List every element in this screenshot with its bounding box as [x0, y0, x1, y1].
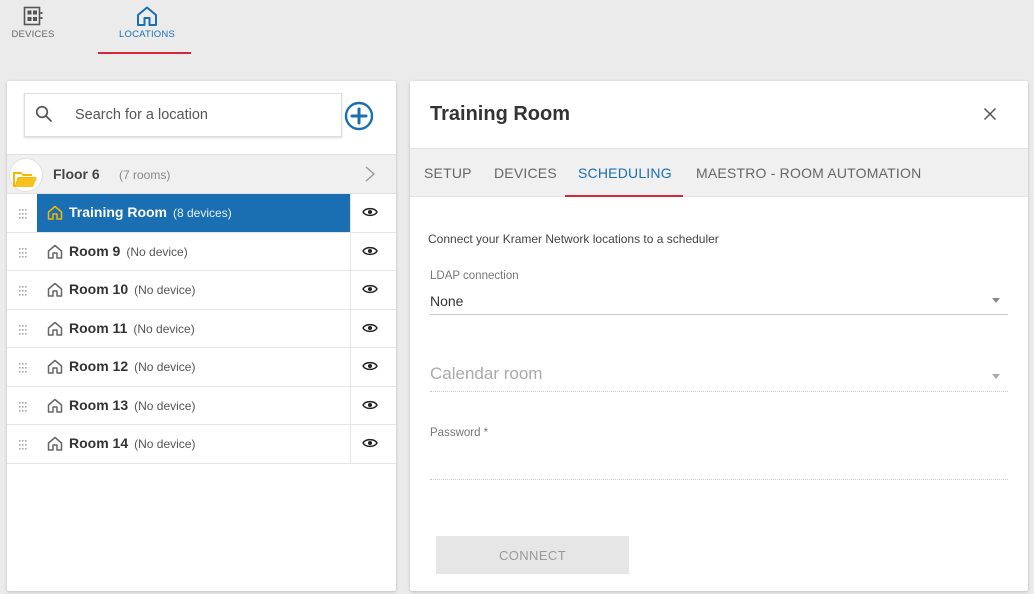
- add-location-button[interactable]: [344, 101, 374, 131]
- drag-handle-icon[interactable]: [19, 247, 27, 265]
- room-row[interactable]: Room 12 (No device): [7, 348, 396, 387]
- connect-button[interactable]: CONNECT: [436, 536, 629, 574]
- room-title: Training Room: [430, 103, 570, 125]
- ldap-underline: [430, 314, 1008, 315]
- search-input[interactable]: [75, 104, 325, 126]
- floor-row[interactable]: Floor 6 (7 rooms): [7, 154, 396, 194]
- drag-handle-icon[interactable]: [19, 208, 27, 226]
- room-device-count: (8 devices): [173, 206, 232, 220]
- room-row[interactable]: Room 10 (No device): [7, 271, 396, 310]
- password-field[interactable]: [430, 453, 1008, 477]
- ldap-connection-select[interactable]: [430, 286, 1008, 316]
- folder-open-icon: [13, 172, 37, 187]
- eye-icon: [362, 246, 378, 255]
- eye-icon: [362, 323, 378, 332]
- room-name: Room 13 (No device): [69, 397, 195, 413]
- active-tab-indicator: [565, 195, 683, 197]
- close-icon[interactable]: [983, 107, 997, 121]
- room-name-text: Room 13: [69, 396, 129, 413]
- visibility-toggle[interactable]: [350, 386, 396, 424]
- password-underline: [430, 479, 1008, 480]
- room-device-count: (No device): [134, 398, 196, 413]
- room-device-count: (No device): [134, 360, 196, 374]
- room-row[interactable]: Room 14 (No device): [7, 425, 396, 464]
- house-icon: [47, 359, 63, 374]
- room-name: Room 12 (No device): [69, 358, 195, 374]
- nav-devices-label: DEVICES: [11, 29, 55, 40]
- room-row[interactable]: Training Room (8 devices): [7, 194, 396, 233]
- password-label: Password *: [430, 427, 489, 439]
- eye-icon: [362, 438, 378, 448]
- room-name-text: Room 11: [69, 319, 128, 336]
- room-name-text: Room 14: [69, 435, 129, 451]
- floor-name: Floor 6: [53, 166, 100, 182]
- nav-locations-label: LOCATIONS: [119, 29, 175, 40]
- ldap-connection-label: LDAP connection: [430, 270, 519, 282]
- room-row[interactable]: Room 9 (No device): [7, 232, 396, 271]
- eye-icon: [362, 207, 378, 217]
- visibility-toggle[interactable]: [350, 194, 396, 232]
- house-icon: [47, 205, 63, 220]
- tab-maestro-room-automation[interactable]: MAESTRO - ROOM AUTOMATION: [696, 165, 921, 181]
- nav-active-indicator: [98, 52, 191, 54]
- drag-handle-icon[interactable]: [19, 324, 27, 342]
- house-icon: [47, 321, 63, 336]
- visibility-toggle[interactable]: [350, 348, 396, 386]
- drag-handle-icon[interactable]: [19, 401, 27, 419]
- ldap-dropdown-arrow-icon: [992, 298, 1000, 303]
- drag-handle-icon[interactable]: [19, 285, 27, 303]
- eye-icon: [362, 284, 378, 294]
- house-icon: [47, 282, 63, 297]
- tab-scheduling[interactable]: SCHEDULING: [578, 165, 672, 181]
- house-icon: [137, 6, 157, 26]
- house-icon: [47, 244, 63, 259]
- visibility-toggle[interactable]: [350, 232, 396, 270]
- room-name-text: Room 9: [69, 242, 121, 259]
- search-icon: [35, 105, 52, 122]
- floor-room-count: (7 rooms): [119, 168, 171, 182]
- scheduling-description: Connect your Kramer Network locations to…: [428, 232, 719, 246]
- visibility-toggle[interactable]: [350, 271, 396, 309]
- ldap-connection-value: None: [430, 293, 464, 309]
- room-device-count: (No device): [134, 283, 196, 297]
- calendar-dropdown-arrow-icon: [992, 374, 1000, 379]
- room-device-count: (No device): [134, 437, 196, 451]
- chevron-right-icon[interactable]: [364, 165, 376, 183]
- tab-devices[interactable]: DEVICES: [494, 165, 557, 181]
- room-row[interactable]: Room 13 (No device): [7, 386, 396, 425]
- drag-handle-icon[interactable]: [19, 439, 27, 457]
- room-device-count: (No device): [126, 244, 188, 259]
- search-box[interactable]: [24, 93, 342, 137]
- nav-locations[interactable]: LOCATIONS: [102, 6, 192, 40]
- room-name: Room 14 (No device): [69, 435, 195, 451]
- room-name: Room 10 (No device): [69, 281, 195, 297]
- visibility-toggle[interactable]: [350, 309, 396, 347]
- locations-panel: Floor 6 (7 rooms) Training Room (8 device…: [7, 81, 396, 591]
- room-name: Room 11 (No device): [69, 320, 195, 336]
- room-name: Training Room (8 devices): [69, 204, 232, 220]
- room-device-count: (No device): [133, 321, 195, 336]
- room-row[interactable]: Room 11 (No device): [7, 309, 396, 348]
- eye-icon: [362, 400, 378, 409]
- room-list: Training Room (8 devices) Room 9 (No device…: [7, 194, 396, 464]
- calendar-room-placeholder: Calendar room: [430, 364, 543, 383]
- drag-handle-icon[interactable]: [19, 362, 27, 380]
- detail-tabs: SETUP DEVICES SCHEDULING MAESTRO - ROOM …: [410, 148, 1028, 197]
- visibility-toggle[interactable]: [350, 425, 396, 463]
- room-name: Room 9 (No device): [69, 243, 188, 259]
- top-navigation: DEVICES LOCATIONS: [0, 0, 1034, 70]
- nav-devices[interactable]: DEVICES: [11, 6, 55, 40]
- room-detail-panel: Training Room SETUP DEVICES SCHEDULING M…: [410, 81, 1028, 591]
- devices-icon: [23, 6, 43, 26]
- room-name-text: Room 10: [69, 281, 129, 297]
- eye-icon: [362, 361, 378, 371]
- room-name-text: Training Room: [69, 204, 167, 220]
- tab-setup[interactable]: SETUP: [424, 165, 472, 181]
- calendar-room-underline: [430, 391, 1008, 392]
- house-icon: [47, 436, 63, 451]
- house-icon: [47, 398, 63, 413]
- room-name-text: Room 12: [69, 358, 129, 374]
